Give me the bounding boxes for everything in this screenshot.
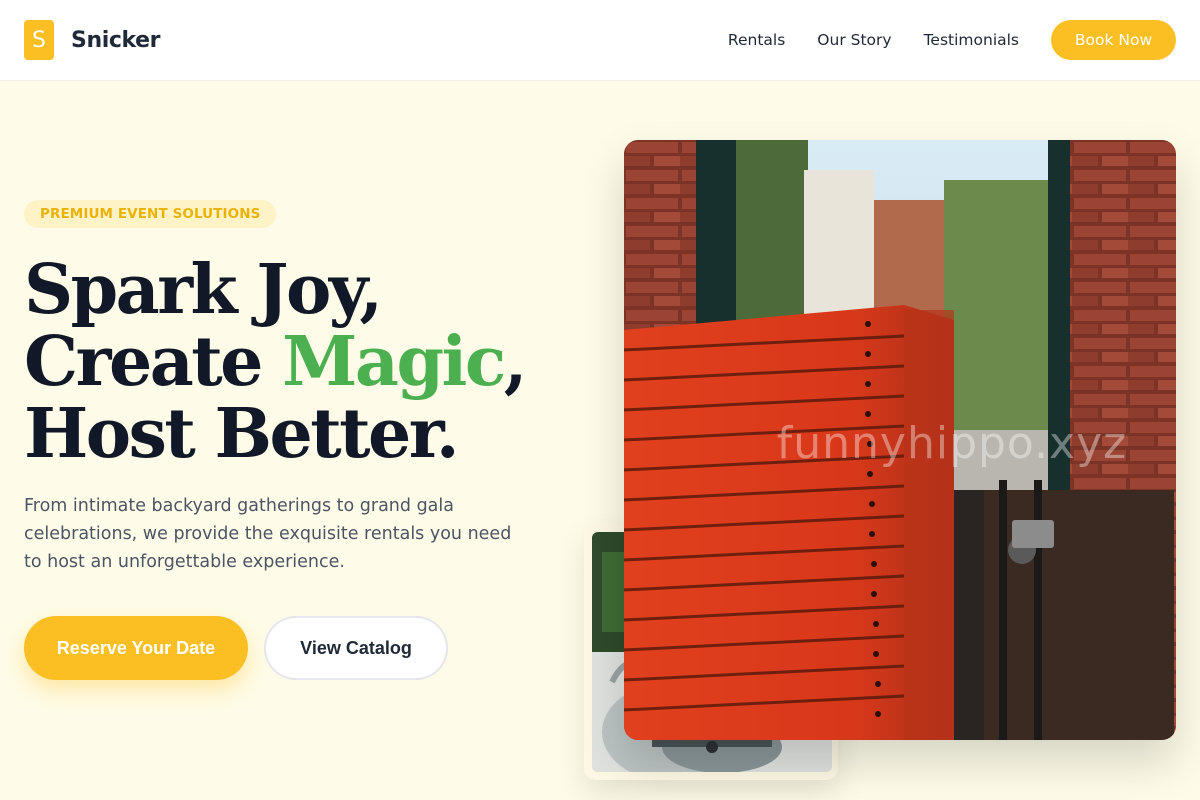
brand-name: Snicker xyxy=(71,27,161,53)
site-header: S Snicker Rentals Our Story Testimonials… xyxy=(0,0,1200,81)
main-hero-photo: funnyhippo.xyz xyxy=(624,140,1176,740)
photo-watermark: funnyhippo.xyz xyxy=(776,418,1128,469)
hero-badge: PREMIUM EVENT SOLUTIONS xyxy=(24,200,277,228)
nav-link-our-story[interactable]: Our Story xyxy=(817,31,891,49)
headline-accent-word: Magic xyxy=(282,322,506,402)
logo-icon: S xyxy=(24,20,54,60)
headline-line-3: Host Better. xyxy=(24,394,460,474)
view-catalog-button[interactable]: View Catalog xyxy=(264,616,448,680)
brand[interactable]: S Snicker xyxy=(24,20,161,60)
hero-description: From intimate backyard gatherings to gra… xyxy=(24,496,512,572)
headline-line-2-end: , xyxy=(503,322,528,402)
book-now-button[interactable]: Book Now xyxy=(1051,20,1176,60)
headline-line-2-start: Create xyxy=(24,322,283,402)
reserve-date-button[interactable]: Reserve Your Date xyxy=(24,616,248,680)
headline-line-1: Spark Joy, xyxy=(24,250,383,330)
nav-link-rentals[interactable]: Rentals xyxy=(728,31,785,49)
nav-link-testimonials[interactable]: Testimonials xyxy=(924,31,1019,49)
main-nav: Rentals Our Story Testimonials Book Now xyxy=(728,20,1176,60)
hero-headline: Spark Joy, Create Magic, Host Better. xyxy=(24,254,528,470)
